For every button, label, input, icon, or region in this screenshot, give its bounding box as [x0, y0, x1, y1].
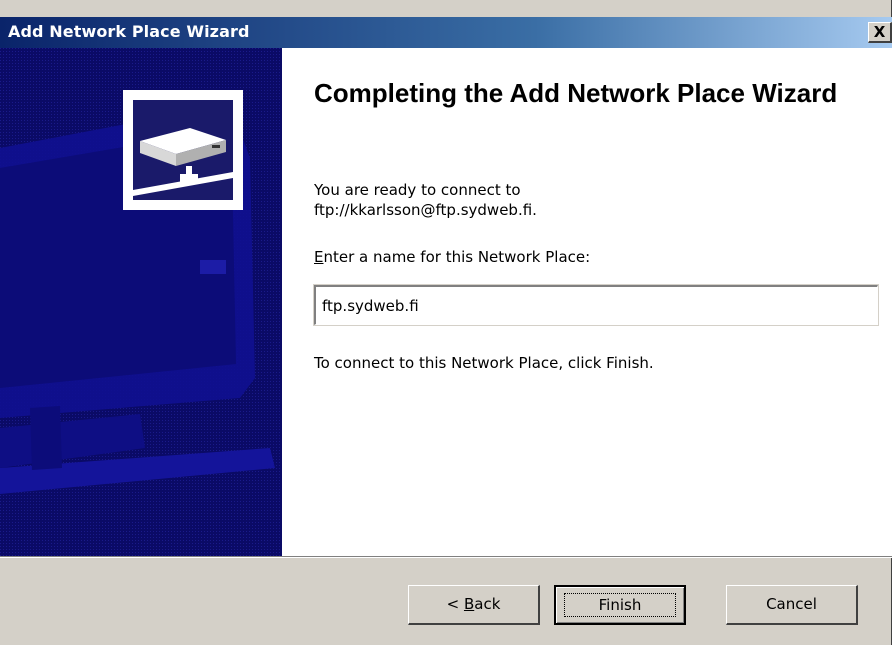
close-icon: X — [873, 23, 886, 41]
window-title: Add Network Place Wizard — [8, 22, 250, 41]
ready-text-line2: ftp://kkarlsson@ftp.sydweb.fi. — [314, 201, 537, 219]
wizard-content: Completing the Add Network Place Wizard … — [282, 48, 892, 556]
page-title: Completing the Add Network Place Wizard — [314, 78, 838, 108]
cancel-button[interactable]: Cancel — [726, 585, 858, 625]
back-button-mnemonic: B — [463, 595, 475, 613]
ready-text-line1: You are ready to connect to — [314, 181, 521, 199]
finish-instruction: To connect to this Network Place, click … — [314, 354, 654, 372]
back-button-label: ack — [474, 595, 501, 613]
finish-button[interactable]: Finish — [554, 585, 686, 625]
network-drive-icon — [123, 90, 243, 210]
title-bar[interactable]: Add Network Place Wizard X — [0, 17, 892, 48]
wizard-sidebar — [0, 48, 282, 556]
sidebar-illustration — [0, 48, 282, 556]
close-button[interactable]: X — [868, 22, 892, 43]
focus-rectangle — [564, 593, 676, 617]
wizard-window: Add Network Place Wizard X Completing th… — [0, 0, 892, 645]
back-button-prefix: < — [446, 595, 464, 613]
network-place-name-input[interactable] — [313, 284, 879, 326]
back-button[interactable]: < Back — [408, 585, 540, 625]
name-label-text: nter a name for this Network Place: — [323, 248, 591, 266]
button-separator — [0, 556, 892, 558]
name-field-label: Enter a name for this Network Place: — [314, 247, 590, 267]
cancel-button-label: Cancel — [766, 595, 817, 613]
